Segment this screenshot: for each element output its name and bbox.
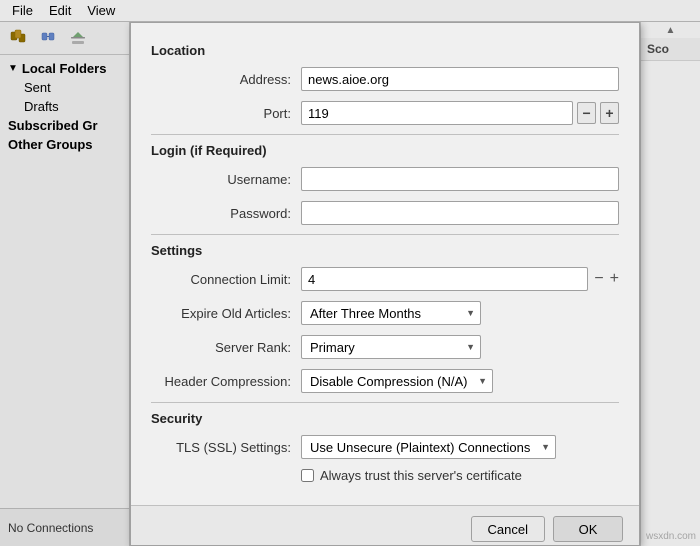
sidebar-tree: ▼ Local Folders Sent Drafts Subscribed G… bbox=[0, 55, 129, 508]
tls-select-wrapper: Use Unsecure (Plaintext) Connections Use… bbox=[301, 435, 556, 459]
section-security-title: Security bbox=[151, 411, 619, 426]
local-folders-label: Local Folders bbox=[22, 61, 107, 76]
server-rank-row: Server Rank: Primary Secondary Tertiary bbox=[151, 334, 619, 360]
scroll-up[interactable]: ▲ bbox=[641, 22, 700, 38]
expire-select-wrapper: After Three Months Never After One Day A… bbox=[301, 301, 481, 325]
address-label: Address: bbox=[151, 72, 301, 87]
toolbar-icon-3[interactable] bbox=[64, 26, 92, 50]
tls-row: TLS (SSL) Settings: Use Unsecure (Plaint… bbox=[151, 434, 619, 460]
dialog: Location Address: Port: − bbox=[130, 22, 640, 546]
menubar: File Edit View bbox=[0, 0, 700, 22]
tls-label: TLS (SSL) Settings: bbox=[151, 440, 301, 455]
address-control bbox=[301, 67, 619, 91]
status-text: No Connections bbox=[8, 521, 93, 535]
port-increment-button[interactable]: + bbox=[600, 102, 619, 124]
header-compression-row: Header Compression: Disable Compression … bbox=[151, 368, 619, 394]
server-rank-label: Server Rank: bbox=[151, 340, 301, 355]
divider-3 bbox=[151, 402, 619, 403]
sidebar: ▼ Local Folders Sent Drafts Subscribed G… bbox=[0, 22, 130, 546]
expire-row: Expire Old Articles: After Three Months … bbox=[151, 300, 619, 326]
tls-select[interactable]: Use Unsecure (Plaintext) Connections Use… bbox=[301, 435, 556, 459]
trust-cert-row: Always trust this server's certificate bbox=[151, 468, 619, 483]
sidebar-item-subscribed[interactable]: Subscribed Gr bbox=[0, 116, 129, 135]
divider-2 bbox=[151, 234, 619, 235]
username-row: Username: bbox=[151, 166, 619, 192]
menu-view[interactable]: View bbox=[79, 2, 123, 19]
password-input[interactable] bbox=[301, 201, 619, 225]
toolbar-icon-1[interactable] bbox=[4, 26, 32, 50]
header-compression-select[interactable]: Disable Compression (N/A) Enable Compres… bbox=[301, 369, 493, 393]
expand-triangle: ▼ bbox=[8, 63, 18, 74]
port-control: − + bbox=[301, 101, 619, 125]
scroll-header: Sco bbox=[641, 38, 700, 61]
expire-label: Expire Old Articles: bbox=[151, 306, 301, 321]
header-compression-select-wrapper: Disable Compression (N/A) Enable Compres… bbox=[301, 369, 493, 393]
port-input[interactable] bbox=[301, 101, 573, 125]
menu-edit[interactable]: Edit bbox=[41, 2, 79, 19]
conn-buttons: − + bbox=[594, 271, 619, 287]
section-login-title: Login (if Required) bbox=[151, 143, 619, 158]
trust-cert-checkbox[interactable] bbox=[301, 469, 314, 482]
tls-control: Use Unsecure (Plaintext) Connections Use… bbox=[301, 435, 619, 459]
password-control bbox=[301, 201, 619, 225]
conn-decrement-button[interactable]: − bbox=[594, 271, 603, 287]
address-row: Address: bbox=[151, 66, 619, 92]
port-decrement-button[interactable]: − bbox=[577, 102, 596, 124]
sidebar-item-sent[interactable]: Sent bbox=[0, 78, 129, 97]
conn-increment-button[interactable]: + bbox=[610, 271, 619, 287]
header-compression-control: Disable Compression (N/A) Enable Compres… bbox=[301, 369, 619, 393]
server-rank-select-wrapper: Primary Secondary Tertiary bbox=[301, 335, 481, 359]
dialog-body: Location Address: Port: − bbox=[131, 23, 639, 505]
username-label: Username: bbox=[151, 172, 301, 187]
connection-limit-input[interactable] bbox=[301, 267, 588, 291]
connection-limit-row: Connection Limit: − + bbox=[151, 266, 619, 292]
main-area: ▼ Local Folders Sent Drafts Subscribed G… bbox=[0, 22, 700, 546]
dialog-footer: Cancel OK bbox=[131, 505, 639, 546]
sidebar-toolbar bbox=[0, 22, 129, 55]
connection-limit-control: − + bbox=[301, 267, 619, 291]
sidebar-item-other-groups[interactable]: Other Groups bbox=[0, 135, 129, 154]
sidebar-status: No Connections bbox=[0, 508, 129, 546]
username-input[interactable] bbox=[301, 167, 619, 191]
watermark: wsxdn.com bbox=[646, 531, 696, 542]
dialog-overlay: Location Address: Port: − bbox=[130, 22, 640, 546]
address-input[interactable] bbox=[301, 67, 619, 91]
username-control bbox=[301, 167, 619, 191]
section-location-title: Location bbox=[151, 43, 619, 58]
port-label: Port: bbox=[151, 106, 301, 121]
header-compression-label: Header Compression: bbox=[151, 374, 301, 389]
expire-select[interactable]: After Three Months Never After One Day A… bbox=[301, 301, 481, 325]
server-rank-control: Primary Secondary Tertiary bbox=[301, 335, 619, 359]
connection-limit-label: Connection Limit: bbox=[151, 272, 301, 287]
ok-button[interactable]: OK bbox=[553, 516, 623, 542]
trust-cert-label: Always trust this server's certificate bbox=[320, 468, 522, 483]
section-settings-title: Settings bbox=[151, 243, 619, 258]
scroll-area: ▲ Sco bbox=[640, 22, 700, 546]
password-row: Password: bbox=[151, 200, 619, 226]
sidebar-item-local-folders[interactable]: ▼ Local Folders bbox=[0, 59, 129, 78]
right-panel: ▲ Sco Location Address: Port: bbox=[130, 22, 700, 546]
cancel-button[interactable]: Cancel bbox=[471, 516, 545, 542]
server-rank-select[interactable]: Primary Secondary Tertiary bbox=[301, 335, 481, 359]
toolbar-icon-2[interactable] bbox=[34, 26, 62, 50]
password-label: Password: bbox=[151, 206, 301, 221]
expire-control: After Three Months Never After One Day A… bbox=[301, 301, 619, 325]
menu-file[interactable]: File bbox=[4, 2, 41, 19]
sidebar-item-drafts[interactable]: Drafts bbox=[0, 97, 129, 116]
port-row: Port: − + bbox=[151, 100, 619, 126]
divider-1 bbox=[151, 134, 619, 135]
